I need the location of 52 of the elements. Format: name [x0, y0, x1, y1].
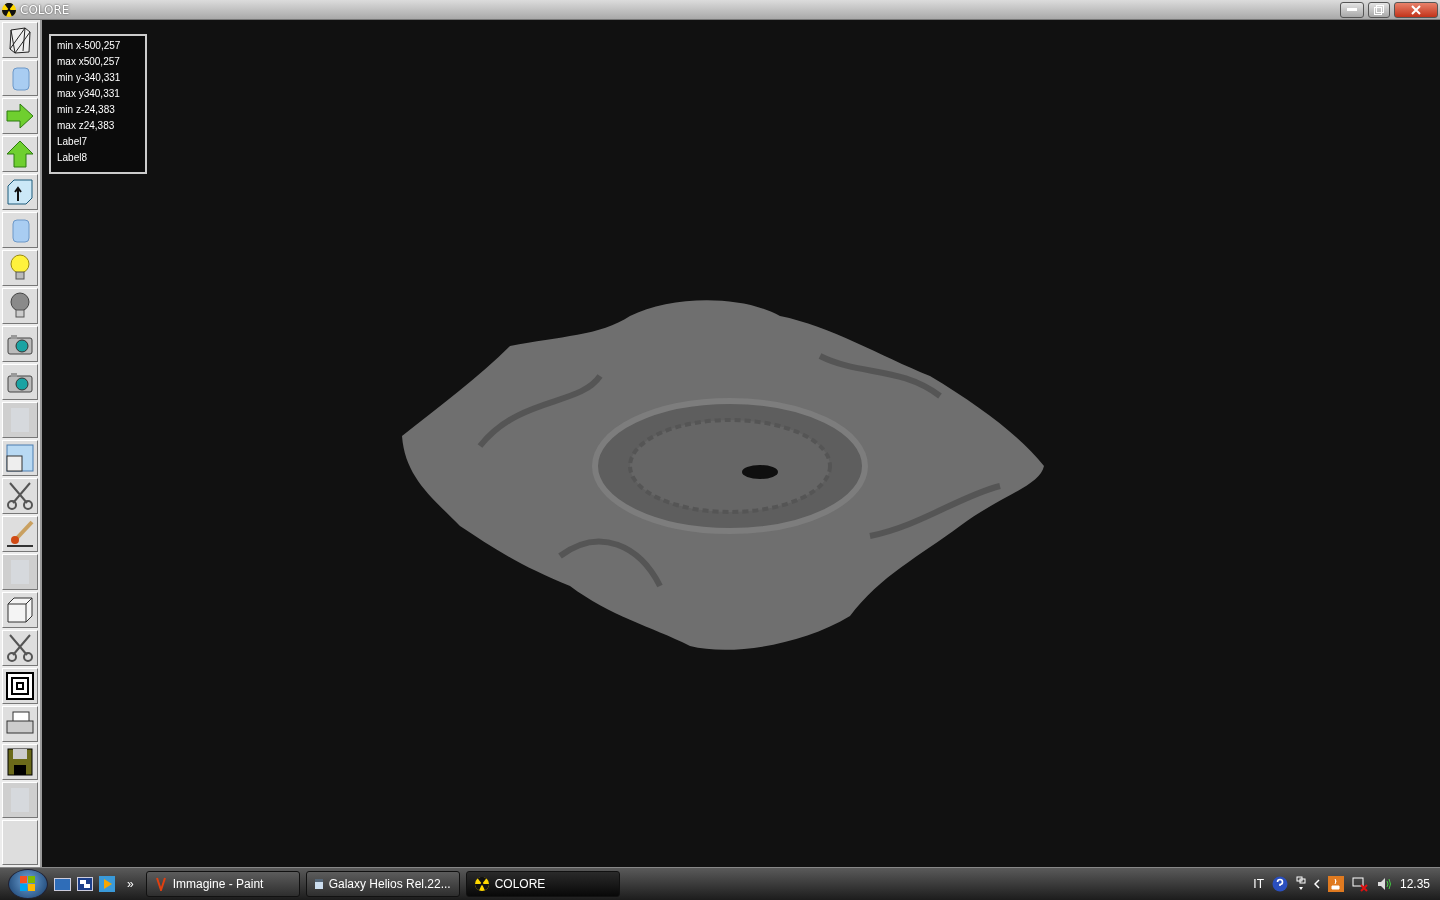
scissors-icon — [5, 481, 35, 511]
chevron-left-icon[interactable] — [1313, 879, 1320, 889]
toolbar-button[interactable] — [2, 744, 38, 780]
toolbar-button[interactable] — [2, 516, 38, 552]
taskbar-button[interactable]: Galaxy Helios Rel.22... — [305, 871, 460, 897]
toolbar-button[interactable] — [2, 326, 38, 362]
info-label: max x500,257 — [57, 55, 121, 69]
info-label: min z-24,383 — [57, 103, 116, 117]
toolbar-button[interactable] — [2, 174, 38, 210]
info-label: min x-500,257 — [57, 39, 122, 53]
windows-switch-icon[interactable] — [77, 877, 93, 891]
minimize-button[interactable] — [1340, 1, 1364, 18]
toolbar-button[interactable] — [2, 364, 38, 400]
window-icon — [5, 443, 35, 473]
scissors-icon — [5, 633, 35, 663]
windows-icon[interactable] — [1295, 876, 1306, 892]
info-label: Label7 — [57, 135, 89, 149]
radiation-icon — [474, 877, 489, 891]
info-label: Label8 — [57, 151, 89, 165]
brush-icon — [5, 519, 35, 549]
arrow-up-icon — [5, 139, 35, 169]
language-indicator[interactable]: IT — [1253, 877, 1264, 891]
info-label: max y340,331 — [57, 87, 121, 101]
clapperboard-icon — [314, 879, 323, 889]
clock[interactable]: 12.35 — [1399, 877, 1430, 891]
start-button[interactable] — [8, 869, 48, 899]
taskbar-button[interactable]: COLORE — [465, 871, 620, 897]
minimize-icon — [1347, 8, 1357, 11]
desktop-icon[interactable] — [54, 877, 71, 891]
toolbar-button[interactable] — [2, 478, 38, 514]
help-icon[interactable] — [1271, 876, 1288, 892]
taskbar-button[interactable]: Immagine - Paint — [145, 871, 300, 897]
cube-arrow-icon — [5, 177, 35, 207]
nested-squares-icon — [5, 671, 35, 701]
radiation-icon — [2, 2, 16, 17]
info-label: max z24,383 — [57, 119, 116, 133]
toolbar-button[interactable] — [2, 630, 38, 666]
speaker-icon[interactable] — [1375, 876, 1392, 892]
arrow-right-icon — [5, 101, 35, 131]
close-icon — [1411, 4, 1421, 15]
toolbar-button[interactable] — [2, 668, 38, 704]
toolbar-button[interactable] — [2, 22, 38, 58]
overflow-button[interactable]: » — [121, 877, 140, 891]
window-title: COLORE — [20, 2, 71, 17]
toolbar-button[interactable] — [2, 288, 38, 324]
restore-button[interactable] — [1368, 1, 1390, 18]
cube-icon — [5, 595, 35, 625]
restore-icon — [1374, 4, 1384, 15]
info-label: min y-340,331 — [57, 71, 122, 85]
windows-logo-icon — [20, 876, 36, 892]
close-button[interactable] — [1394, 1, 1438, 18]
network-error-icon[interactable] — [1351, 876, 1368, 892]
